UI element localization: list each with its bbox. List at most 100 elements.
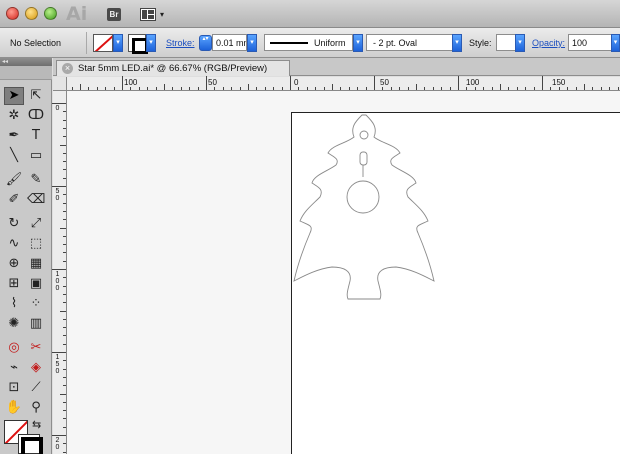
minimize-window-button[interactable] (25, 7, 38, 20)
ruler-tick (592, 87, 593, 90)
ruler-tick (256, 87, 257, 90)
ruler-tick (63, 360, 66, 361)
collapse-panel-icon[interactable]: ◂◂ (2, 59, 8, 65)
arrange-dropdown-arrow-icon[interactable]: ▾ (160, 10, 164, 19)
fill-swatch[interactable] (93, 34, 113, 52)
ruler-tick (63, 294, 66, 295)
ruler-origin[interactable] (53, 77, 67, 91)
graphic-style-dropdown-button[interactable]: ▾ (515, 34, 525, 52)
stroke-color-box[interactable] (18, 434, 43, 454)
ruler-tick (63, 219, 66, 220)
brush-dropdown-button[interactable]: ▾ (452, 34, 462, 52)
blend-tool[interactable]: ⁘ (26, 295, 46, 313)
lasso-tool[interactable]: ↀ (26, 107, 46, 125)
ruler-tick (122, 76, 123, 90)
mesh-tool[interactable]: ⊞ (4, 275, 24, 293)
stroke-swatch[interactable] (128, 34, 148, 54)
scale-tool[interactable]: ⤢ (26, 215, 46, 233)
ruler-tick (408, 87, 409, 90)
paintbrush-tool[interactable]: 🖌 (4, 171, 24, 189)
ruler-tick (273, 87, 274, 90)
symbol-sprayer-tool[interactable]: ✺ (4, 315, 24, 333)
free-transform-tool[interactable]: ⬚ (26, 235, 46, 253)
ruler-tick (63, 335, 66, 336)
rotate-tool[interactable]: ↻ (4, 215, 24, 233)
ruler-label: 50 (208, 78, 217, 87)
vertical-ruler[interactable]: 0 5 0 1 0 0 1 5 0 2 0 (52, 91, 67, 454)
line-segment-tool[interactable]: ╲ (4, 147, 24, 165)
christmas-tree-artwork[interactable] (292, 113, 442, 313)
tools-panel-grip[interactable] (0, 66, 52, 80)
stroke-weight-dropdown-button[interactable]: ▾ (247, 34, 257, 52)
stroke-weight-field[interactable]: 0.01 mm (212, 34, 247, 51)
ruler-tick (181, 87, 182, 90)
ruler-tick (189, 87, 190, 90)
ruler-tick (60, 145, 66, 146)
ruler-tick (332, 84, 333, 90)
gradient-tool[interactable]: ▣ (26, 275, 46, 293)
ruler-tick (298, 87, 299, 90)
eraser-tool[interactable]: ⌫ (26, 191, 46, 209)
pen-tool[interactable]: ✒ (4, 127, 24, 145)
perspective-grid-tool[interactable]: ▦ (26, 255, 46, 273)
blob-brush-tool[interactable]: ✐ (4, 191, 24, 209)
ruler-tick (198, 87, 199, 90)
close-tab-icon[interactable]: × (62, 63, 73, 74)
canvas[interactable] (67, 91, 620, 454)
crop-area-tool[interactable]: ⊡ (4, 379, 24, 397)
ruler-label: 5 0 (55, 188, 60, 202)
arrange-documents-icon[interactable] (140, 8, 156, 21)
ruler-tick (559, 87, 560, 90)
zoom-window-button[interactable] (44, 7, 57, 20)
variable-width-profile-dropdown[interactable]: Uniform (264, 34, 353, 51)
tools-panel: ◂◂ ➤ ⇱ ✲ ↀ ✒ T ╲ ▭ 🖌 ✎ ✐ ⌫ ↻ ⤢ ∿ ⬚ ⊕ ▦ ⊞ ▣ ⌇ ⁘ ✺ ▥ ◎ ✂ ⌁ ◈ ⊡ ⟋ ✋ ⚲ ⇆ (0, 58, 52, 454)
ruler-tick (156, 87, 157, 90)
profile-line-preview (270, 42, 308, 44)
opacity-panel-link[interactable]: Opacity: (532, 38, 565, 48)
slice-tool[interactable]: ✂ (26, 339, 46, 357)
ruler-tick (60, 228, 66, 229)
rectangle-tool[interactable]: ▭ (26, 147, 46, 165)
ruler-tick (63, 427, 66, 428)
artboard-tool[interactable]: ◎ (4, 339, 24, 357)
shape-builder-tool[interactable]: ⊕ (4, 255, 24, 273)
stroke-panel-link[interactable]: Stroke: (166, 38, 195, 48)
ruler-tick (88, 87, 89, 90)
column-graph-tool[interactable]: ▥ (26, 315, 46, 333)
live-paint-tool[interactable]: ◈ (26, 359, 46, 377)
hand-tool[interactable]: ✋ (4, 399, 24, 417)
stroke-weight-stepper[interactable]: ▴▾ (199, 35, 212, 51)
swap-fill-stroke-icon[interactable]: ⇆ (32, 418, 41, 431)
brush-definition-dropdown[interactable]: - 2 pt. Oval (366, 34, 462, 51)
ruler-tick (63, 402, 66, 403)
ruler-tick (130, 87, 131, 90)
ruler-tick (508, 87, 509, 90)
ruler-tick (63, 252, 66, 253)
ruler-label: 150 (552, 78, 566, 87)
pencil-tool[interactable]: ✎ (26, 171, 46, 189)
zoom-tool[interactable]: ⚲ (26, 399, 46, 417)
profile-dropdown-button[interactable]: ▾ (353, 34, 363, 52)
ruler-tick (609, 87, 610, 90)
selection-tool[interactable]: ➤ (4, 87, 24, 105)
fill-dropdown-button[interactable]: ▾ (113, 34, 123, 52)
horizontal-ruler[interactable]: 100 50 0 50 100 150 (67, 76, 620, 91)
ruler-tick (63, 277, 66, 278)
warp-tool[interactable]: ∿ (4, 235, 24, 253)
magic-wand-tool[interactable]: ✲ (4, 107, 24, 125)
stroke-color-dropdown-button[interactable]: ▾ (146, 34, 156, 52)
eyedropper-tool[interactable]: ⌇ (4, 295, 24, 313)
direct-selection-tool[interactable]: ⇱ (26, 87, 46, 105)
type-tool[interactable]: T (26, 127, 46, 145)
tools-panel-header[interactable]: ◂◂ (0, 58, 52, 66)
opacity-field[interactable]: 100 (568, 34, 612, 51)
ruler-tick (374, 76, 375, 90)
ruler-tick (492, 87, 493, 90)
knife-tool[interactable]: ⟋ (26, 379, 46, 397)
document-tab[interactable]: × Star 5mm LED.ai* @ 66.67% (RGB/Preview… (56, 60, 290, 76)
eraser-path-tool[interactable]: ⌁ (4, 359, 24, 377)
bridge-button[interactable]: Br (107, 8, 121, 21)
ruler-tick (52, 435, 66, 436)
close-window-button[interactable] (6, 7, 19, 20)
opacity-dropdown-button[interactable]: ▾ (611, 34, 620, 52)
